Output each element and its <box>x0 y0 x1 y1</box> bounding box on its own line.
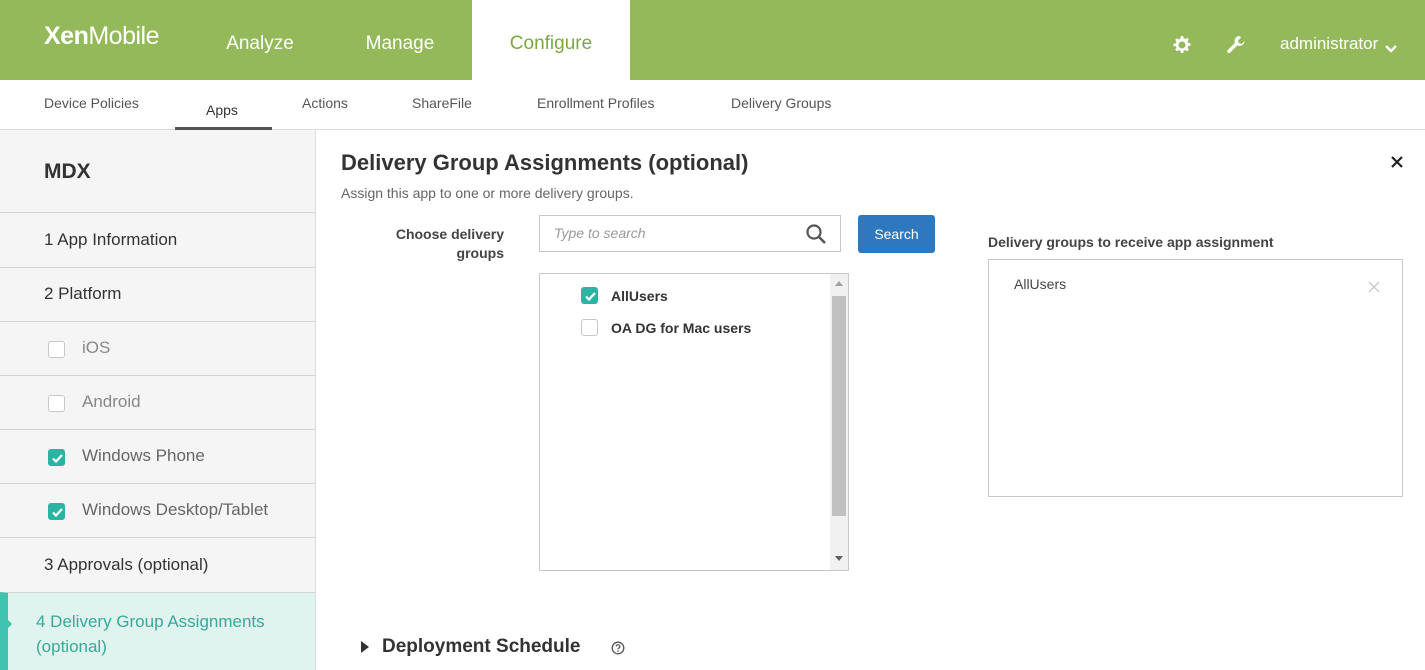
selected-groups-box: AllUsers <box>988 259 1403 497</box>
sidebar-title: MDX <box>44 160 91 183</box>
list-item-label: AllUsers <box>611 288 668 304</box>
subnav-sharefile[interactable]: ShareFile <box>412 95 472 111</box>
allusers-checkbox[interactable] <box>581 287 598 304</box>
search-button[interactable]: Search <box>858 215 935 253</box>
list-item-label: OA DG for Mac users <box>611 320 752 336</box>
step-app-information[interactable]: 1 App Information <box>0 212 315 267</box>
nav-configure[interactable]: Configure <box>472 0 630 80</box>
nav-analyze[interactable]: Analyze <box>207 0 313 80</box>
subnav-enrollment-profiles[interactable]: Enrollment Profiles <box>537 95 655 111</box>
expand-arrow-icon[interactable] <box>361 641 369 653</box>
platform-label: iOS <box>82 338 111 357</box>
selected-group-item: AllUsers <box>1014 276 1067 292</box>
chevron-down-icon[interactable] <box>1384 41 1398 53</box>
subnav-device-policies[interactable]: Device Policies <box>44 95 139 111</box>
windows-desktop-checkbox[interactable] <box>48 503 65 520</box>
step-platform[interactable]: 2 Platform <box>0 267 315 321</box>
search-field[interactable] <box>539 215 841 252</box>
subnav-apps[interactable]: Apps <box>206 102 238 118</box>
platform-windows-phone[interactable]: Windows Phone <box>0 429 315 483</box>
platform-android[interactable]: Android <box>0 375 315 429</box>
checkmark-icon <box>52 454 63 464</box>
platform-label: Windows Phone <box>82 446 205 465</box>
platform-windows-desktop[interactable]: Windows Desktop/Tablet <box>0 483 315 537</box>
list-scrollbar[interactable] <box>830 274 848 570</box>
help-icon[interactable] <box>611 641 625 655</box>
wrench-icon[interactable] <box>1225 34 1247 56</box>
active-step-arrow <box>7 619 12 629</box>
deployment-schedule-toggle[interactable]: Deployment Schedule <box>382 636 581 658</box>
platform-label: Android <box>82 392 141 411</box>
scroll-up-arrow-icon[interactable] <box>835 281 843 286</box>
subnav-delivery-groups[interactable]: Delivery Groups <box>731 95 831 111</box>
page-subtitle: Assign this app to one or more delivery … <box>341 185 634 201</box>
step-label: 4 Delivery Group Assignments (optional) <box>36 612 265 656</box>
delivery-groups-list: AllUsers OA DG for Mac users <box>539 273 849 571</box>
step-label: 3 Approvals (optional) <box>44 555 209 574</box>
receive-assignment-label: Delivery groups to receive app assignmen… <box>988 234 1274 250</box>
step-label: 2 Platform <box>44 284 122 303</box>
checkmark-icon <box>52 508 63 518</box>
user-menu[interactable]: administrator <box>1280 34 1378 54</box>
wizard-sidebar: MDX 1 App Information 2 Platform iOS And… <box>0 130 316 670</box>
nav-manage[interactable]: Manage <box>345 0 455 80</box>
top-navbar: XenMobile Analyze Manage Configure admin… <box>0 0 1425 80</box>
windows-phone-checkbox[interactable] <box>48 449 65 466</box>
step-delivery-group-assignments[interactable]: 4 Delivery Group Assignments (optional) <box>0 592 315 670</box>
choose-delivery-groups-label: Choose delivery groups <box>395 226 504 261</box>
remove-icon[interactable] <box>1368 280 1380 293</box>
search-icon[interactable] <box>805 223 827 245</box>
platform-label: Windows Desktop/Tablet <box>82 500 269 519</box>
scroll-down-arrow-icon[interactable] <box>835 556 843 561</box>
scroll-thumb[interactable] <box>832 296 846 516</box>
xenmobile-logo: XenMobile <box>44 22 160 50</box>
step-approvals[interactable]: 3 Approvals (optional) <box>0 537 315 592</box>
subnav-actions[interactable]: Actions <box>302 95 348 111</box>
sub-navbar: Device Policies Apps Actions ShareFile E… <box>0 80 1425 130</box>
search-input[interactable] <box>554 225 794 241</box>
ios-checkbox[interactable] <box>48 341 65 358</box>
platform-ios[interactable]: iOS <box>0 321 315 375</box>
checkmark-icon <box>585 292 596 302</box>
gear-icon[interactable] <box>1173 36 1191 54</box>
step-label: 1 App Information <box>44 230 178 249</box>
close-icon[interactable] <box>1391 155 1403 168</box>
page-title: Delivery Group Assignments (optional) <box>341 150 749 175</box>
oa-dg-checkbox[interactable] <box>581 319 598 336</box>
android-checkbox[interactable] <box>48 395 65 412</box>
